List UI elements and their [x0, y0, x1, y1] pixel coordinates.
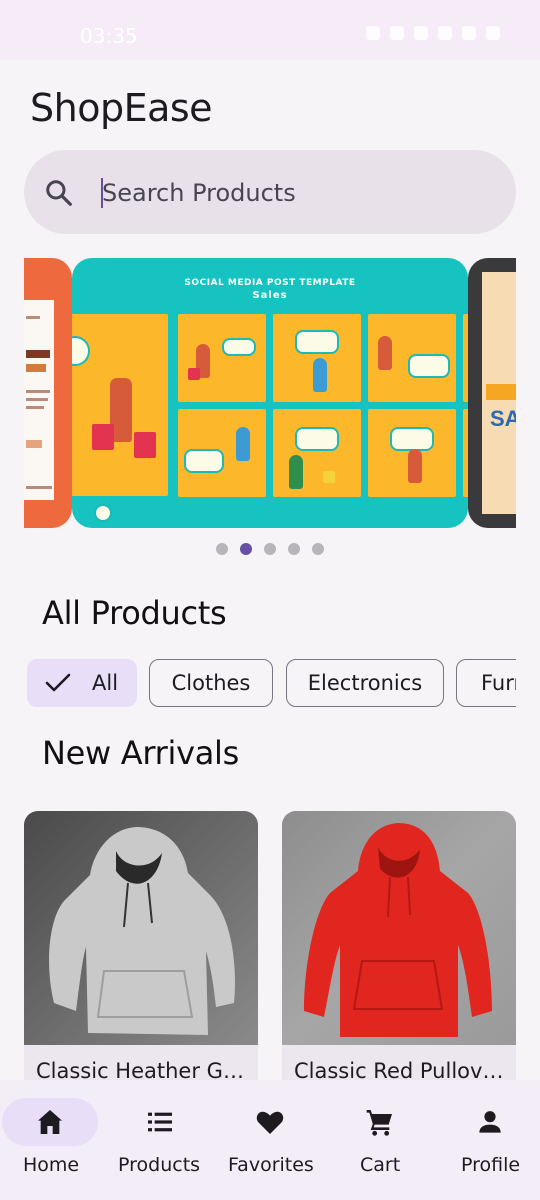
product-image: [24, 811, 258, 1045]
alarm-icon: [414, 26, 428, 40]
nav-label: Profile: [461, 1154, 521, 1176]
nav-cart[interactable]: Cart: [330, 1080, 430, 1200]
banner-tile: [368, 314, 456, 402]
app-title: ShopEase: [30, 86, 213, 130]
banner-large-tile: [72, 314, 168, 522]
chip-label: All: [92, 671, 119, 695]
chip-label: Clothes: [171, 671, 251, 695]
chip-label: Electronics: [307, 671, 423, 695]
banner-tile: [273, 314, 361, 402]
banner-subheader: Sales: [252, 290, 288, 301]
banner-tile: [273, 409, 361, 497]
carousel-dot[interactable]: [312, 543, 324, 555]
chip-all[interactable]: All: [27, 659, 137, 707]
banner-text: SA: [490, 406, 516, 431]
nav-label: Cart: [360, 1154, 401, 1176]
signal-icon: [462, 26, 476, 40]
nav-home[interactable]: Home: [0, 1080, 100, 1200]
hoodie-graphic: [49, 827, 235, 1035]
new-arrivals-title: New Arrivals: [42, 734, 240, 772]
text-cursor: [101, 178, 103, 208]
status-icons: [366, 26, 500, 40]
product-card[interactable]: Classic Heather Gray Hoodie: [24, 811, 258, 1101]
vibrate-icon: [390, 26, 404, 40]
search-input[interactable]: [102, 172, 482, 214]
hoodie-graphic: [304, 823, 492, 1037]
banner-header: SOCIAL MEDIA POST TEMPLATE: [184, 278, 356, 288]
carousel-dot[interactable]: [288, 543, 300, 555]
promo-carousel[interactable]: SOCIAL MEDIA POST TEMPLATE Sales SA: [24, 258, 516, 528]
status-bar: 03:35: [0, 0, 540, 60]
chip-clothes[interactable]: Clothes: [149, 659, 273, 707]
banner-paper-graphic: [24, 300, 54, 500]
nav-label: Favorites: [228, 1154, 314, 1176]
heart-icon: [256, 1111, 284, 1134]
carousel-indicator: [216, 543, 324, 555]
banner-ribbon: [486, 384, 516, 400]
chip-label: Furniture: [481, 671, 516, 695]
search-icon[interactable]: [44, 178, 74, 208]
chip-furniture[interactable]: Furniture: [456, 659, 516, 707]
nav-label: Products: [118, 1154, 201, 1176]
product-card[interactable]: Classic Red Pullover Hoodie: [282, 811, 516, 1101]
banner-tile: [178, 409, 266, 497]
carousel-slide-previous[interactable]: [24, 258, 72, 528]
carousel-dot-active[interactable]: [240, 543, 252, 555]
banner-tile: [368, 409, 456, 497]
list-icon: [148, 1112, 172, 1132]
battery-icon: [486, 26, 500, 40]
nav-favorites[interactable]: Favorites: [220, 1080, 320, 1200]
chip-electronics[interactable]: Electronics: [286, 659, 444, 707]
home-icon: [38, 1110, 62, 1134]
nav-label: Home: [23, 1154, 80, 1176]
banner-tile: [178, 314, 266, 402]
bottom-navigation: Home Products Favorites Cart Profile: [0, 1080, 540, 1200]
check-icon: [45, 673, 71, 692]
category-chips: All Clothes Electronics Furniture: [27, 659, 516, 707]
carousel-dot[interactable]: [216, 543, 228, 555]
carousel-slide-next[interactable]: SA: [468, 258, 516, 528]
status-time: 03:35: [80, 24, 138, 48]
person-icon: [479, 1111, 501, 1133]
carousel-slide-current[interactable]: SOCIAL MEDIA POST TEMPLATE Sales: [72, 258, 468, 528]
wifi-icon: [438, 26, 452, 40]
notification-icon: [366, 26, 380, 40]
carousel-dot[interactable]: [264, 543, 276, 555]
nav-profile[interactable]: Profile: [440, 1080, 540, 1200]
product-image: [282, 811, 516, 1045]
nav-products[interactable]: Products: [108, 1080, 212, 1200]
cart-icon: [366, 1110, 392, 1136]
all-products-title: All Products: [42, 594, 227, 632]
